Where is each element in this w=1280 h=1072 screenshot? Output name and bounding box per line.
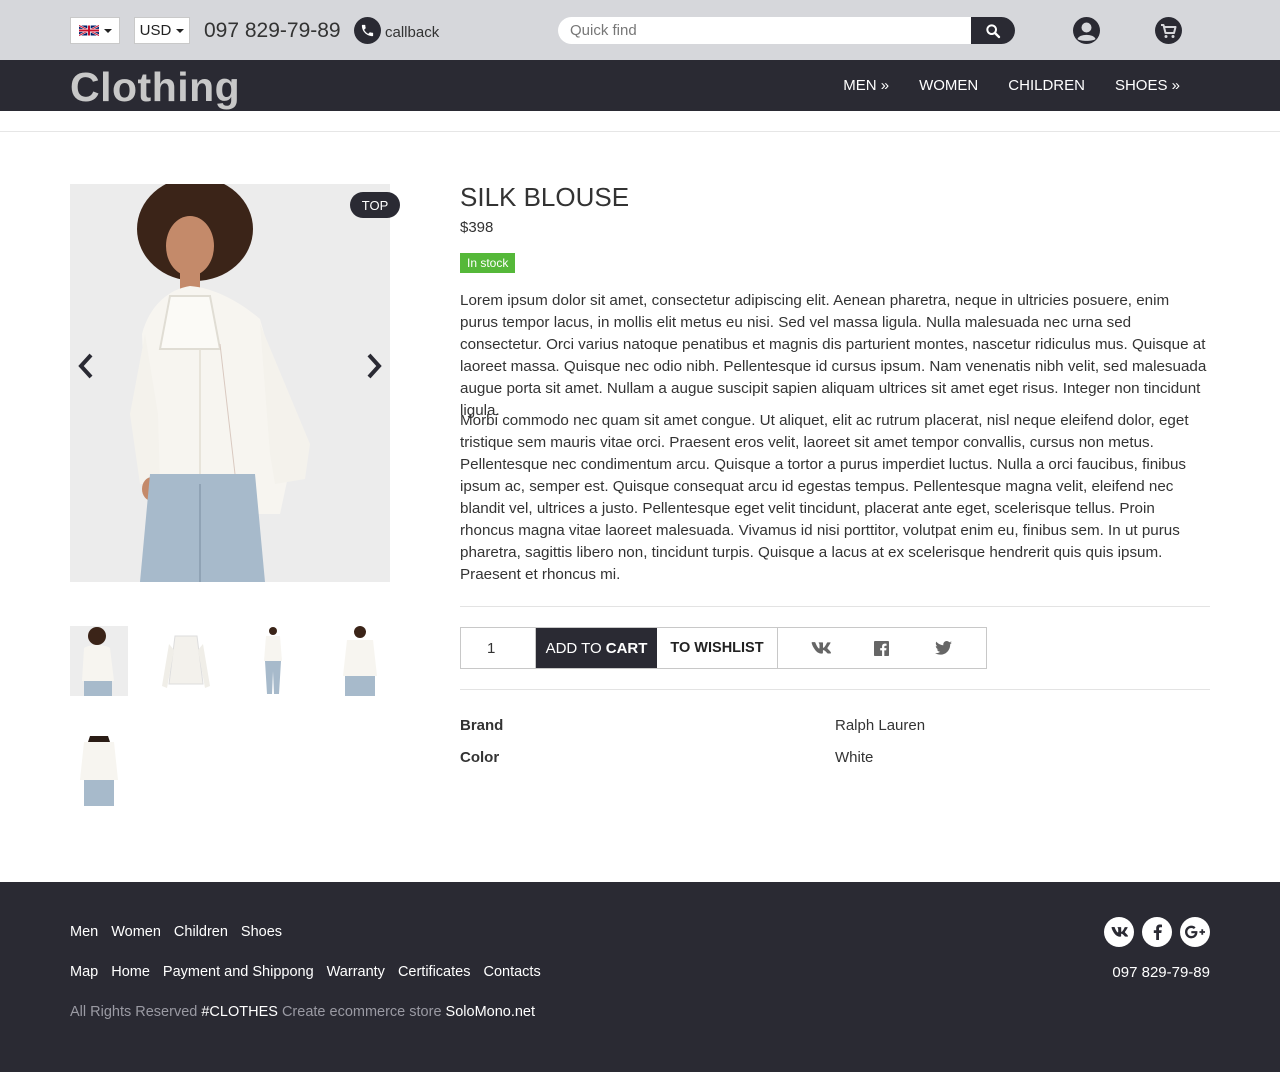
site-logo[interactable]: Clothing xyxy=(70,64,240,111)
image-next-button[interactable] xyxy=(364,352,384,380)
footer-link-children[interactable]: Children xyxy=(174,924,228,940)
breadcrumb-divider xyxy=(0,131,1280,132)
thumbnail-image xyxy=(70,626,128,696)
search-bar xyxy=(558,17,1015,44)
twitter-share-button[interactable] xyxy=(933,639,953,657)
vk-share-button[interactable] xyxy=(811,639,831,657)
thumbnail-image xyxy=(244,626,302,696)
currency-value: USD xyxy=(139,22,172,39)
main-menu: MEN » WOMEN CHILDREN SHOES » xyxy=(843,77,1180,94)
top-bar: USD 097 829-79-89 callback xyxy=(0,0,1280,60)
solomono-link[interactable]: SoloMono.net xyxy=(446,1004,535,1020)
callback-label: callback xyxy=(385,24,440,41)
copyright-mid: Create ecommerce store xyxy=(281,1004,442,1020)
section-divider xyxy=(460,689,1210,690)
callback-button[interactable]: callback xyxy=(354,17,439,44)
copyright-brand: #CLOTHES xyxy=(201,1004,278,1020)
facebook-icon xyxy=(1153,924,1162,940)
search-input[interactable] xyxy=(558,17,971,44)
phone-icon xyxy=(354,17,381,44)
facebook-icon xyxy=(874,640,890,656)
nav-item-men[interactable]: MEN » xyxy=(843,77,889,94)
product-price: $398 xyxy=(460,219,494,236)
product-title: SILK BLOUSE xyxy=(460,182,630,212)
footer-link-warranty[interactable]: Warranty xyxy=(327,964,385,980)
thumbnail-image xyxy=(70,736,128,806)
facebook-social-button[interactable] xyxy=(1142,917,1172,947)
add-to-cart-label-bold: CART xyxy=(605,639,648,657)
footer-link-men[interactable]: Men xyxy=(70,924,98,940)
copyright-text: All Rights Reserved xyxy=(70,1004,198,1020)
account-button[interactable] xyxy=(1073,17,1100,44)
footer-link-women[interactable]: Women xyxy=(111,924,161,940)
add-to-cart-button[interactable]: ADD TO CART xyxy=(536,628,657,668)
currency-select[interactable]: USD xyxy=(134,17,190,44)
footer-link-map[interactable]: Map xyxy=(70,964,98,980)
quantity-input[interactable]: 1 xyxy=(461,628,536,668)
share-buttons xyxy=(778,628,986,668)
vk-social-button[interactable] xyxy=(1104,917,1134,947)
footer-link-payment[interactable]: Payment and Shippong xyxy=(163,964,314,980)
footer-link-shoes[interactable]: Shoes xyxy=(241,924,282,940)
twitter-icon xyxy=(934,641,952,655)
footer-pages: Map Home Payment and Shippong Warranty C… xyxy=(70,964,541,980)
spec-value-color: White xyxy=(835,749,874,766)
header-phone[interactable]: 097 829-79-89 xyxy=(204,19,341,43)
thumbnail-image xyxy=(157,626,215,696)
language-select[interactable] xyxy=(70,17,120,44)
add-to-cart-label: ADD TO xyxy=(545,639,602,657)
product-thumbnail[interactable] xyxy=(331,626,389,696)
spec-value-brand: Ralph Lauren xyxy=(835,717,926,734)
footer-copyright: All Rights Reserved #CLOTHES Create ecom… xyxy=(70,1004,535,1020)
footer-link-home[interactable]: Home xyxy=(111,964,150,980)
footer-phone[interactable]: 097 829-79-89 xyxy=(1112,964,1210,981)
product-main-image[interactable] xyxy=(70,184,390,582)
facebook-share-button[interactable] xyxy=(872,639,892,657)
purchase-actions: 1 ADD TO CART TO WISHLIST xyxy=(460,627,987,669)
footer-link-certificates[interactable]: Certificates xyxy=(398,964,471,980)
search-icon xyxy=(986,23,1001,38)
chevron-left-icon xyxy=(78,353,93,379)
product-thumbnail[interactable] xyxy=(157,626,215,696)
main-navbar: Clothing MEN » WOMEN CHILDREN SHOES » xyxy=(0,60,1280,111)
product-photo xyxy=(70,184,390,582)
product-description: Lorem ipsum dolor sit amet, consectetur … xyxy=(460,292,1207,419)
spec-label-color: Color xyxy=(460,749,500,766)
thumbnail-image xyxy=(331,626,389,696)
google-plus-icon xyxy=(1185,925,1205,939)
footer-link-contacts[interactable]: Contacts xyxy=(483,964,540,980)
search-button[interactable] xyxy=(971,17,1015,44)
site-footer: Men Women Children Shoes Map Home Paymen… xyxy=(0,882,1280,1072)
footer-categories: Men Women Children Shoes xyxy=(70,924,282,940)
product-thumbnail[interactable] xyxy=(70,626,128,696)
google-plus-social-button[interactable] xyxy=(1180,917,1210,947)
nav-item-shoes[interactable]: SHOES » xyxy=(1115,77,1180,94)
caret-down-icon xyxy=(103,28,112,33)
vk-icon xyxy=(1111,927,1128,937)
user-icon xyxy=(1073,17,1100,44)
nav-item-women[interactable]: WOMEN xyxy=(919,77,978,94)
caret-down-icon xyxy=(176,28,185,33)
nav-item-children[interactable]: CHILDREN xyxy=(1008,77,1085,94)
product-thumbnail[interactable] xyxy=(70,736,128,806)
product-thumbnail[interactable] xyxy=(244,626,302,696)
product-description: Morbi commodo nec quam sit amet congue. … xyxy=(460,412,1189,583)
chevron-right-icon xyxy=(367,353,382,379)
stock-status-badge: In stock xyxy=(460,253,516,273)
image-prev-button[interactable] xyxy=(76,352,96,380)
spec-label-brand: Brand xyxy=(460,717,504,734)
section-divider xyxy=(460,606,1210,607)
footer-social xyxy=(1104,917,1210,947)
cart-button[interactable] xyxy=(1155,17,1182,44)
wishlist-button[interactable]: TO WISHLIST xyxy=(657,628,778,668)
vk-icon xyxy=(811,642,831,654)
uk-flag-icon xyxy=(78,24,99,37)
top-badge: TOP xyxy=(350,192,400,218)
cart-icon xyxy=(1155,17,1182,44)
